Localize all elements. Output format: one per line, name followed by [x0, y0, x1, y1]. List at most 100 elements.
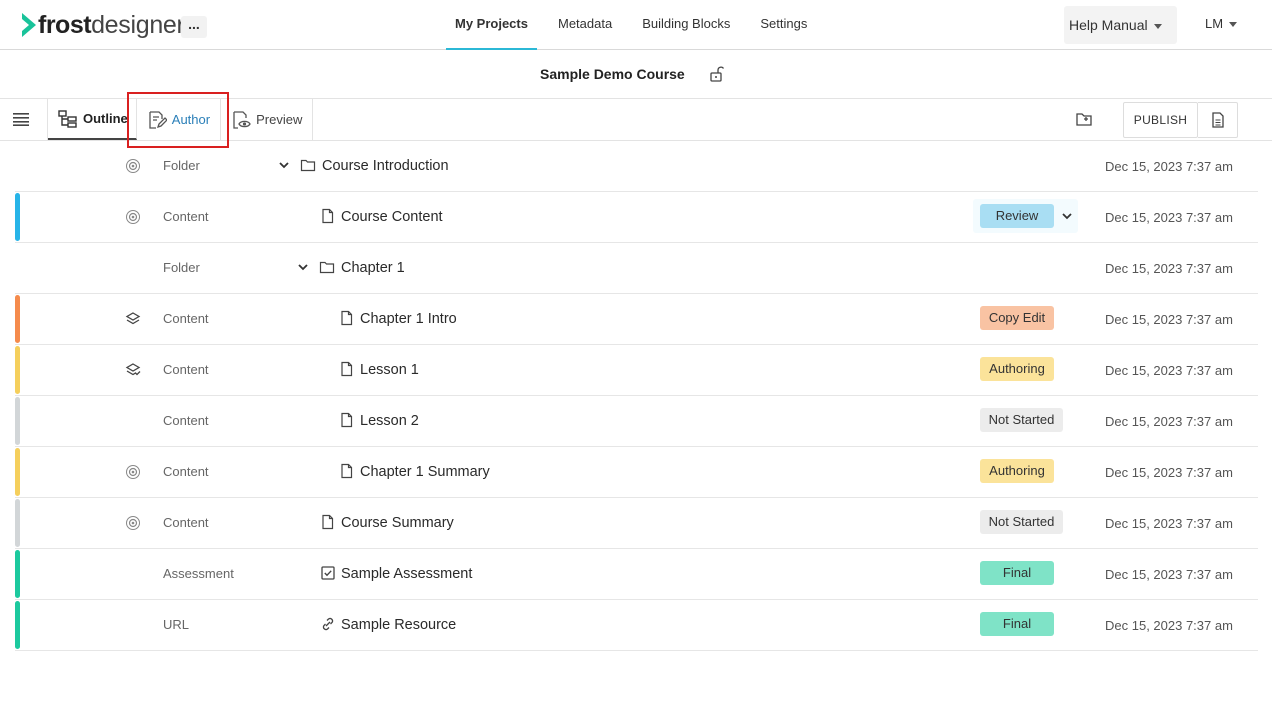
folder-icon [319, 261, 335, 274]
status-stripe [15, 601, 20, 649]
file-icon [341, 412, 353, 428]
file-icon [322, 514, 334, 530]
main-nav: My Projects Metadata Building Blocks Set… [446, 0, 828, 50]
file-icon [341, 463, 353, 479]
outline-row[interactable]: Content Lesson 2 Not Started Dec 15, 2023 7… [15, 396, 1258, 447]
item-type-label: Folder [163, 260, 200, 275]
status-badge[interactable]: Review [980, 204, 1054, 228]
item-title[interactable]: Lesson 1 [360, 362, 419, 378]
item-type-label: Content [163, 413, 209, 428]
top-navigation-bar: frost designer ... My Projects Metadata … [0, 0, 1272, 50]
user-initials: LM [1205, 16, 1224, 31]
item-type-label: Content [163, 515, 209, 530]
document-button[interactable] [1198, 102, 1238, 138]
hamburger-menu-icon[interactable] [13, 112, 29, 126]
view-tabs: Outline Author Preview [47, 99, 314, 140]
nav-metadata[interactable]: Metadata [549, 0, 621, 50]
status-stripe [15, 448, 20, 496]
modified-date: Dec 15, 2023 7:37 am [1105, 516, 1233, 531]
tab-preview-label: Preview [256, 112, 303, 127]
caret-down-icon [1153, 23, 1162, 29]
expand-chevron-icon[interactable] [278, 159, 290, 171]
item-title[interactable]: Course Introduction [322, 158, 449, 174]
user-menu[interactable]: LM [1205, 16, 1238, 31]
outline-row[interactable]: Folder Chapter 1 Dec 15, 2023 7:37 am [15, 243, 1258, 294]
tab-author[interactable]: Author [137, 99, 222, 140]
course-title: Sample Demo Course [540, 66, 685, 82]
publish-button[interactable]: PUBLISH [1123, 102, 1198, 138]
folder-icon [300, 159, 316, 172]
tab-preview[interactable]: Preview [221, 99, 314, 140]
modified-date: Dec 15, 2023 7:37 am [1105, 159, 1233, 174]
export-folder-icon[interactable] [1075, 110, 1093, 128]
outline-row[interactable]: Content Lesson 1 Authoring Dec 15, 2023 7:3… [15, 345, 1258, 396]
unlock-icon[interactable] [710, 66, 724, 82]
gear-icon [126, 210, 140, 224]
status-badge: Authoring [980, 459, 1054, 483]
item-title[interactable]: Chapter 1 [341, 260, 405, 276]
nav-building-blocks[interactable]: Building Blocks [633, 0, 739, 50]
status-badge: Copy Edit [980, 306, 1054, 330]
nav-my-projects[interactable]: My Projects [446, 0, 537, 50]
nav-settings[interactable]: Settings [751, 0, 816, 50]
status-badge: Not Started [980, 510, 1063, 534]
outline-tree-icon [58, 109, 77, 128]
outline-row[interactable]: Content Course Summary Not Started Dec 15, … [15, 498, 1258, 549]
item-type-label: Assessment [163, 566, 234, 581]
item-title[interactable]: Sample Assessment [341, 566, 472, 582]
item-type-label: Content [163, 311, 209, 326]
status-stripe [15, 295, 20, 343]
outline-row[interactable]: Assessment Sample Assessment Final Dec 15, … [15, 549, 1258, 600]
item-title[interactable]: Chapter 1 Intro [360, 311, 457, 327]
outline-row[interactable]: Content Course Content Review Dec 15, 2023 … [15, 192, 1258, 243]
layers-icon [125, 312, 141, 325]
more-options-button[interactable]: ... [181, 16, 207, 38]
status-stripe [15, 499, 20, 547]
modified-date: Dec 15, 2023 7:37 am [1105, 363, 1233, 378]
link-icon [322, 617, 334, 631]
status-stripe [15, 397, 20, 445]
preview-eye-icon [233, 110, 251, 129]
help-manual-label: Help Manual [1069, 17, 1148, 33]
tab-author-label: Author [171, 112, 211, 127]
outline-row[interactable]: Folder Course Introduction Dec 15, 2023 7:… [15, 141, 1258, 192]
modified-date: Dec 15, 2023 7:37 am [1105, 618, 1233, 633]
status-stripe [15, 346, 20, 394]
layers-check-icon [125, 363, 141, 376]
status-stripe [15, 550, 20, 598]
modified-date: Dec 15, 2023 7:37 am [1105, 261, 1233, 276]
status-badge: Authoring [980, 357, 1054, 381]
author-edit-icon [149, 110, 167, 129]
item-title[interactable]: Course Summary [341, 515, 454, 531]
outline-row[interactable]: Content Chapter 1 Intro Copy Edit Dec 15, 2… [15, 294, 1258, 345]
tab-outline[interactable]: Outline [48, 99, 137, 140]
modified-date: Dec 15, 2023 7:37 am [1105, 567, 1233, 582]
status-chevron-down-icon[interactable] [1061, 210, 1073, 222]
item-title[interactable]: Sample Resource [341, 617, 456, 633]
status-stripe [15, 193, 20, 241]
file-icon [341, 310, 353, 326]
item-title[interactable]: Course Content [341, 209, 443, 225]
checkbox-icon [321, 566, 335, 580]
item-type-label: Content [163, 464, 209, 479]
file-icon [322, 208, 334, 224]
modified-date: Dec 15, 2023 7:37 am [1105, 465, 1233, 480]
help-manual-dropdown[interactable]: Help Manual [1064, 6, 1177, 44]
frost-designer-logo[interactable]: frost designer [22, 11, 185, 39]
item-type-label: Content [163, 362, 209, 377]
gear-icon [126, 465, 140, 479]
expand-chevron-icon[interactable] [297, 261, 309, 273]
item-title[interactable]: Lesson 2 [360, 413, 419, 429]
document-icon [1211, 112, 1224, 128]
status-badge: Final [980, 612, 1054, 636]
status-badge: Final [980, 561, 1054, 585]
logo-chevron-icon [22, 13, 36, 37]
gear-icon [126, 159, 140, 173]
outline-row[interactable]: URL Sample Resource Final Dec 15, 2023 7:37… [15, 600, 1258, 651]
course-title-bar: Sample Demo Course [0, 50, 1272, 99]
modified-date: Dec 15, 2023 7:37 am [1105, 210, 1233, 225]
outline-row[interactable]: Content Chapter 1 Summary Authoring Dec 15,… [15, 447, 1258, 498]
item-title[interactable]: Chapter 1 Summary [360, 464, 490, 480]
item-type-label: URL [163, 617, 190, 632]
item-type-label: Folder [163, 158, 200, 173]
